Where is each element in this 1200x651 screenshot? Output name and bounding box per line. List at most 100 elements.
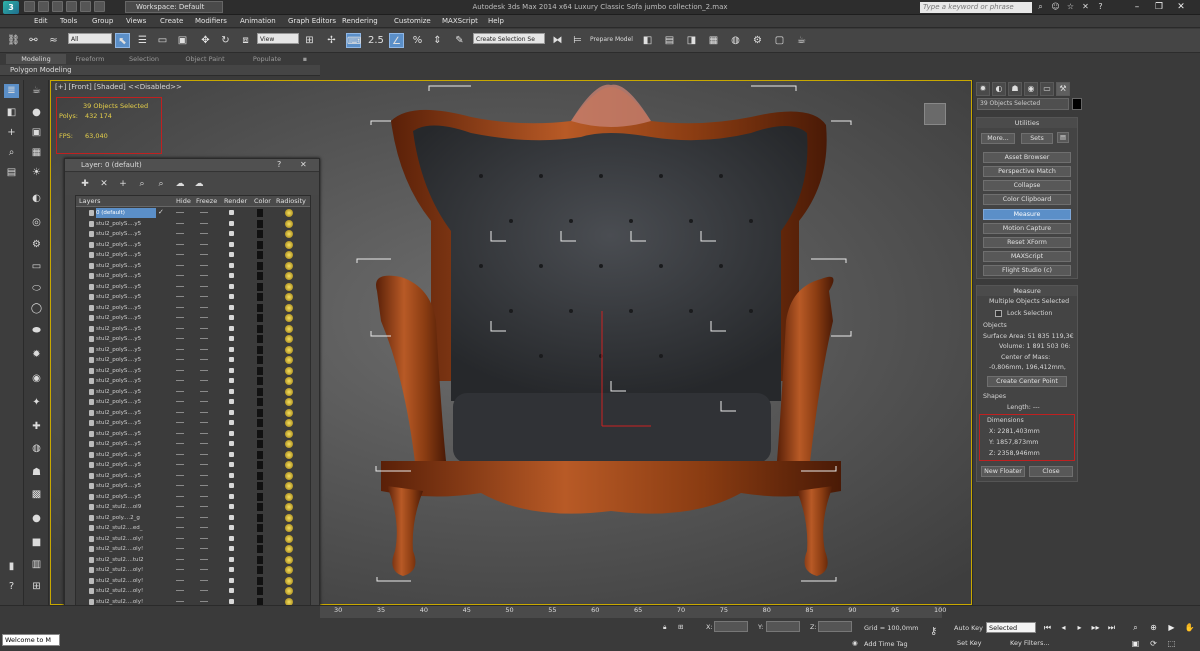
radiosity-icon[interactable] [285,366,293,375]
radiosity-icon[interactable] [285,303,293,312]
layer-name[interactable]: stul2_polyS....y5 [96,366,156,376]
key-icon[interactable]: ⚷ [930,626,937,637]
render-teapot-icon[interactable] [229,546,234,551]
layer-row[interactable]: stul2_polyS....y5 [76,429,310,440]
lock-icon[interactable]: 🔒︎ [663,623,666,632]
layer-row[interactable]: stul2_polyS....y5 [76,408,310,419]
layer-row[interactable]: stul2_stul2....ed_ [76,523,310,534]
render-teapot-icon[interactable] [229,577,234,583]
motion-tab-icon[interactable]: ◉ [1024,82,1038,96]
layer-row[interactable]: stul2_polyS....y5 [76,345,310,356]
render-teapot-icon[interactable] [229,273,234,278]
layer-row[interactable]: stul2_polyS....y5 [76,324,310,335]
radiosity-icon[interactable] [285,482,293,490]
plane-icon[interactable]: ⬬ [29,324,44,338]
render-teapot-icon[interactable] [229,514,234,520]
radiosity-icon[interactable] [285,566,293,574]
render-teapot-icon[interactable] [229,294,234,299]
layer-name[interactable]: stul2_polyS....y5 [96,408,156,418]
select-link-icon[interactable]: ⛓ [6,33,21,48]
delete-layer-icon[interactable]: ✕ [98,178,110,190]
ribbon-panel-title[interactable]: Polygon Modeling [10,66,72,74]
radiosity-icon[interactable] [285,251,293,259]
layer-row[interactable]: stul2_stul2....oly! [76,534,310,545]
radiosity-icon[interactable] [285,419,293,427]
rotate-icon[interactable]: ↻ [218,33,233,48]
x-coord-field[interactable] [714,621,748,632]
hide-toggle[interactable] [176,485,184,486]
app-logo-icon[interactable]: 3 [3,1,19,14]
radiosity-icon[interactable] [285,555,293,564]
maximize-icon[interactable]: ❐ [1152,1,1166,13]
layer-row[interactable]: stul2_polyS....y5 [76,303,310,314]
layer-row[interactable]: stul2_polyS....y5 [76,355,310,366]
open-file-icon[interactable] [38,1,49,12]
radiosity-icon[interactable] [285,524,293,532]
close-icon[interactable]: ✕ [300,160,307,169]
workspace-dropdown[interactable]: Workspace: Default [125,1,223,13]
sphere-white-icon[interactable]: ● [29,512,44,526]
hierarchy-tab-icon[interactable]: ☗ [1008,82,1022,96]
select-objects-icon[interactable]: ⌕ [136,178,148,190]
modify-tab-icon[interactable]: ◐ [992,82,1006,96]
layer-row[interactable]: stul2_polyS....y5 [76,229,310,240]
go-to-start-icon[interactable]: ⏮ [1042,622,1053,633]
layer-row[interactable]: stul2_polyS....y5 [76,261,310,272]
layer-name[interactable]: stul2_polyS....y5 [96,387,156,397]
radiosity-icon[interactable] [285,324,293,333]
radiosity-icon[interactable] [285,513,293,522]
radiosity-icon[interactable] [285,503,293,511]
layer-name[interactable]: stul2_polyS....y5 [96,240,156,250]
object-color-swatch[interactable] [1072,98,1082,110]
hide-toggle[interactable] [176,275,184,276]
current-layer-check-icon[interactable]: ✓ [158,208,164,216]
layer-name[interactable]: stul2_polyS....y5 [96,250,156,260]
building-icon[interactable]: ▥ [29,558,44,572]
tab-freeform[interactable]: Freeform [68,54,112,64]
layer-color-swatch[interactable] [257,555,263,564]
layer-row[interactable]: stul2_polyS....y5 [76,313,310,324]
move-icon[interactable]: ✥ [198,33,213,48]
layer-name[interactable]: stul2_polyS....y5 [96,492,156,502]
hide-toggle[interactable] [176,579,184,581]
select-by-name-icon[interactable]: ☰ [135,33,150,48]
layer-color-swatch[interactable] [257,482,263,490]
freeze-toggle[interactable] [200,422,208,423]
display-icon[interactable]: ▣ [29,126,44,140]
layer-color-swatch[interactable] [257,303,263,312]
layer-name[interactable]: stul2_polyS....y5 [96,313,156,323]
configure-sets-icon[interactable]: ▤ [1057,132,1069,143]
zoom-icon[interactable]: ⌕ [1130,622,1141,633]
layer-color-swatch[interactable] [257,513,263,522]
layer-name[interactable]: stul2_polyS....y5 [96,324,156,334]
layer-row[interactable]: stul2_polyS....y5 [76,250,310,261]
freeze-toggle[interactable] [200,369,208,371]
hide-toggle[interactable] [176,327,184,329]
help-search-input[interactable]: Type a keyword or phrase [920,2,1032,13]
hide-toggle[interactable] [176,380,184,381]
freeze-toggle[interactable] [200,569,208,570]
freeze-toggle[interactable] [200,296,208,297]
close-icon[interactable]: ✕ [1174,1,1188,13]
radiosity-icon[interactable] [285,282,293,291]
render-teapot-icon[interactable] [229,420,234,425]
cube-icon[interactable]: ■ [29,536,44,550]
layer-color-swatch[interactable] [257,419,263,427]
layer-color-swatch[interactable] [257,356,263,364]
layer-color-swatch[interactable] [257,251,263,259]
particle-icon[interactable]: ✦ [29,396,44,410]
reset-xform-button[interactable]: Reset XForm [983,237,1071,248]
hide-toggle[interactable] [176,369,184,371]
hide-toggle[interactable] [176,443,184,444]
render-teapot-icon[interactable] [229,378,234,383]
radiosity-icon[interactable] [285,450,293,459]
save-file-icon[interactable] [52,1,63,12]
project-folder-icon[interactable] [94,1,105,12]
freeze-toggle[interactable] [200,348,208,350]
utilities-rollout-title[interactable]: Utilities [977,118,1077,128]
curve-editor-icon[interactable]: ◨ [684,33,699,48]
freeze-toggle[interactable] [200,453,208,455]
scale-icon[interactable]: ⧈ [238,33,253,48]
layer-color-swatch[interactable] [257,461,263,469]
render-teapot-icon[interactable] [229,304,234,310]
